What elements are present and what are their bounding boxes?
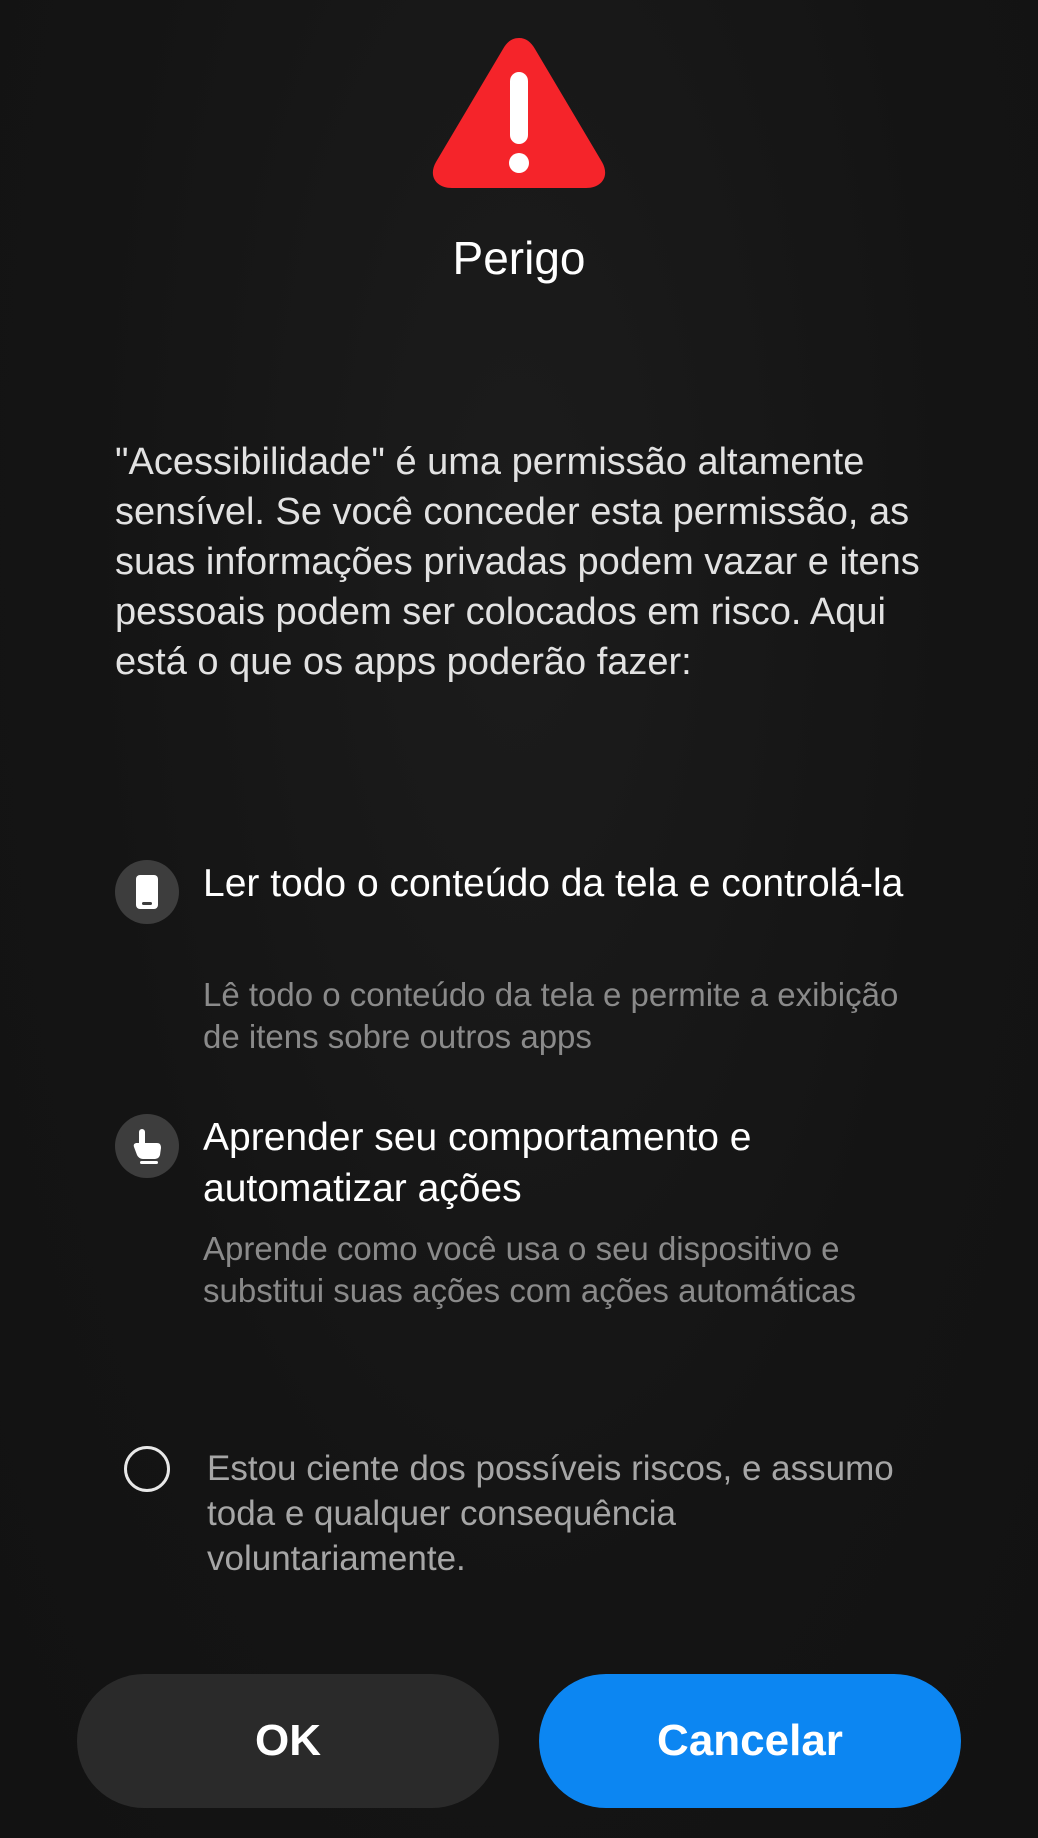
permission-title: Aprender seu comportamento e automatizar… bbox=[203, 1116, 752, 1210]
consent-label[interactable]: Estou ciente dos possíveis riscos, e ass… bbox=[207, 1446, 927, 1581]
ok-button[interactable]: OK bbox=[77, 1674, 499, 1808]
cancel-button[interactable]: Cancelar bbox=[539, 1674, 961, 1808]
dialog-description: "Acessibilidade" é uma permissão altamen… bbox=[115, 441, 920, 683]
phone-screen-icon bbox=[115, 860, 179, 924]
permission-description: Lê todo o conteúdo da tela e permite a e… bbox=[203, 976, 899, 1055]
permission-title: Ler todo o conteúdo da tela e controlá-l… bbox=[203, 862, 904, 905]
dialog-title: Perigo bbox=[452, 232, 586, 284]
danger-dialog: Perigo "Acessibilidade" é uma permissão … bbox=[0, 0, 1038, 1838]
consent-radio-button[interactable] bbox=[124, 1446, 170, 1492]
warning-triangle-icon bbox=[432, 38, 606, 188]
permission-description: Aprende como você usa o seu dispositivo … bbox=[203, 1230, 856, 1309]
hand-pointer-icon bbox=[115, 1114, 179, 1178]
